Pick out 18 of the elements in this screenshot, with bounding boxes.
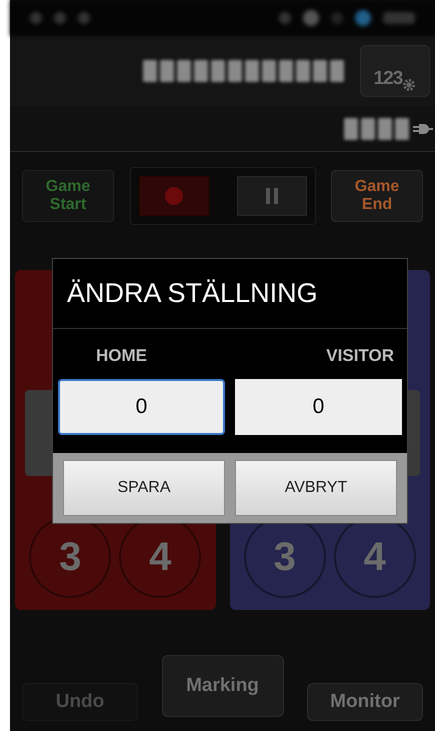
power-plug-icon — [413, 122, 433, 134]
toolbar-button[interactable]: Monitor — [307, 683, 423, 721]
score-input[interactable]: 0 — [235, 378, 402, 434]
dialog-button[interactable]: SPARA — [63, 460, 225, 516]
field-label: HOME — [95, 345, 147, 367]
dialog-button[interactable]: AVBRYT — [235, 460, 397, 516]
gear-icon — [402, 78, 416, 92]
counter-settings-button[interactable]: 123 — [360, 45, 430, 97]
pause-icon — [264, 188, 278, 204]
score-input[interactable]: 0 — [58, 378, 225, 434]
toolbar-button[interactable]: Marking — [162, 655, 284, 717]
game-end-button[interactable]: Game End — [331, 170, 423, 222]
dialog-title: ÄNDRA STÄLLNING — [53, 259, 407, 329]
record-icon — [164, 186, 184, 206]
battery-level-display — [344, 118, 409, 140]
field-label: VISITOR — [326, 345, 395, 367]
pause-button[interactable] — [236, 176, 306, 216]
record-button[interactable] — [138, 176, 208, 216]
